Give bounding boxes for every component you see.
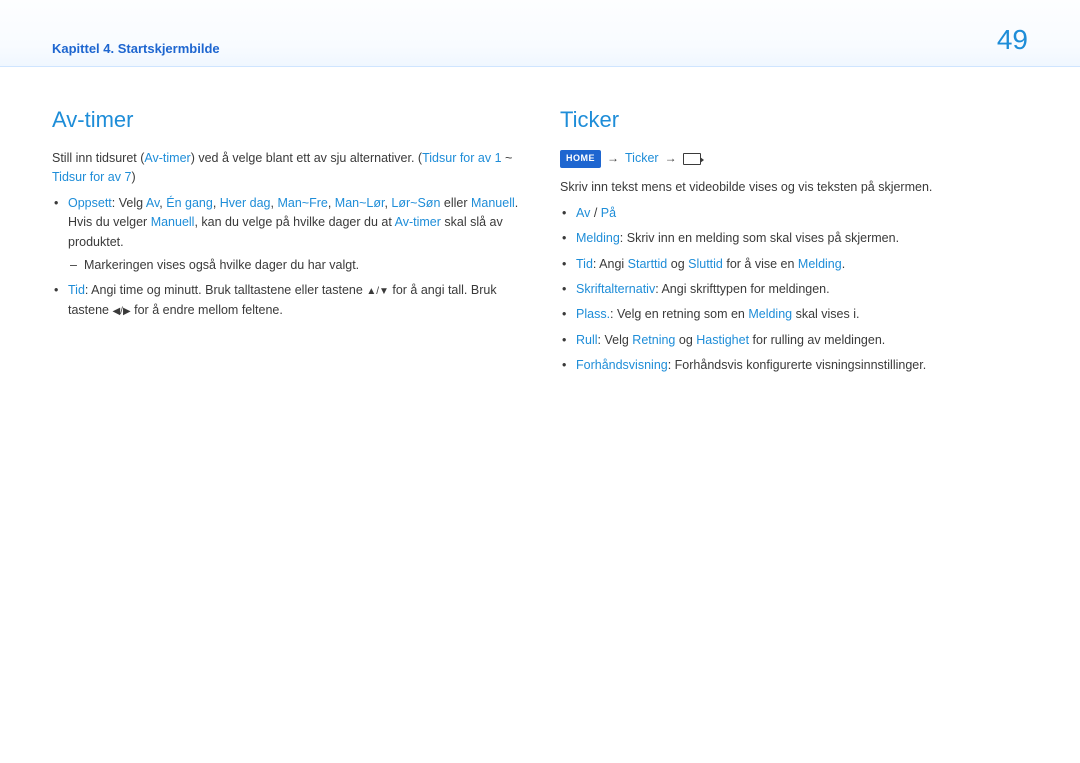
text: : Angi <box>593 257 628 271</box>
ticker-intro: Skriv inn tekst mens et videobilde vises… <box>560 178 1028 197</box>
page-header: Kapittel 4. Startskjermbilde 49 <box>0 0 1080 67</box>
list-item: Plass.: Velg en retning som en Melding s… <box>560 305 1028 324</box>
text: : Velg <box>598 333 633 347</box>
av-timer-list: Oppsett: Velg Av, Én gang, Hver dag, Man… <box>52 194 520 320</box>
ticker-list: Av / På Melding: Skriv inn en melding so… <box>560 204 1028 376</box>
text: , kan du velge på hvilke dager du at <box>194 215 394 229</box>
label-rull: Rull <box>576 333 598 347</box>
text: / <box>590 206 600 220</box>
text: for å vise en <box>723 257 798 271</box>
text: ) <box>131 170 135 184</box>
page-number: 49 <box>997 24 1028 56</box>
text: : Angi time og minutt. Bruk talltastene … <box>85 283 366 297</box>
list-item: Rull: Velg Retning og Hastighet for rull… <box>560 331 1028 350</box>
text: Sluttid <box>688 257 723 271</box>
option: Hver dag <box>220 196 271 210</box>
text: Manuell <box>151 215 195 229</box>
text: for å endre mellom feltene. <box>131 303 283 317</box>
list-item: Av / På <box>560 204 1028 223</box>
text: : Velg en retning som en <box>610 307 748 321</box>
text: Markeringen vises også hvilke dager du h… <box>84 258 359 272</box>
text: : Angi skrifttypen for meldingen. <box>655 282 829 296</box>
home-badge-icon: HOME <box>560 150 601 168</box>
list-item: Markeringen vises også hvilke dager du h… <box>68 256 520 275</box>
text: og <box>675 333 696 347</box>
breadcrumb: Kapittel 4. Startskjermbilde <box>52 41 220 56</box>
text: . <box>515 196 518 210</box>
label-melding: Melding <box>576 231 620 245</box>
arrow-right-icon: → <box>665 149 677 168</box>
list-item: Melding: Skriv inn en melding som skal v… <box>560 229 1028 248</box>
left-right-icon: ◀/▶ <box>112 304 130 320</box>
text: , <box>328 196 335 210</box>
text: : Velg <box>112 196 146 210</box>
text: ~ <box>502 151 513 165</box>
up-down-icon: ▲/▼ <box>366 284 389 300</box>
sub-list: Markeringen vises også hvilke dager du h… <box>68 256 520 275</box>
list-item: Oppsett: Velg Av, Én gang, Hver dag, Man… <box>52 194 520 276</box>
section-title-ticker: Ticker <box>560 103 1028 137</box>
option: Man~Lør <box>335 196 385 210</box>
text: . <box>842 257 845 271</box>
text: Av-timer <box>144 151 190 165</box>
text: Still inn tidsuret ( <box>52 151 144 165</box>
text: skal vises i. <box>792 307 859 321</box>
option-pa: På <box>601 206 616 220</box>
option: Av <box>146 196 159 210</box>
text: for rulling av meldingen. <box>749 333 885 347</box>
label-preview: Forhåndsvisning <box>576 358 668 372</box>
label-plass: Plass. <box>576 307 610 321</box>
text: Hastighet <box>696 333 749 347</box>
option-av: Av <box>576 206 590 220</box>
option: Man~Fre <box>277 196 327 210</box>
option: Én gang <box>166 196 213 210</box>
nav-ticker-label: Ticker <box>625 149 659 168</box>
av-timer-intro: Still inn tidsuret (Av-timer) ved å velg… <box>52 149 520 188</box>
arrow-right-icon: → <box>607 149 619 168</box>
left-column: Av-timer Still inn tidsuret (Av-timer) v… <box>52 103 520 381</box>
text: eller <box>440 196 471 210</box>
text: ) ved å velge blant ett av sju alternati… <box>191 151 422 165</box>
list-item: Tid: Angi Starttid og Sluttid for å vise… <box>560 255 1028 274</box>
list-item: Tid: Angi time og minutt. Bruk talltaste… <box>52 281 520 320</box>
label-tid: Tid <box>68 283 85 297</box>
option: Manuell <box>471 196 515 210</box>
text: Starttid <box>628 257 668 271</box>
enter-icon <box>683 153 701 165</box>
text: Melding <box>798 257 842 271</box>
option: Lør~Søn <box>391 196 440 210</box>
right-column: Ticker HOME → Ticker → Skriv inn tekst m… <box>560 103 1028 381</box>
text: : Forhåndsvis konfigurerte visningsinnst… <box>668 358 926 372</box>
nav-path: HOME → Ticker → <box>560 149 1028 168</box>
label-oppsett: Oppsett <box>68 196 112 210</box>
list-item: Forhåndsvisning: Forhåndsvis konfigurert… <box>560 356 1028 375</box>
text: Melding <box>748 307 792 321</box>
section-title-av-timer: Av-timer <box>52 103 520 137</box>
list-item: Skriftalternativ: Angi skrifttypen for m… <box>560 280 1028 299</box>
text: Tidsur for av 7 <box>52 170 131 184</box>
text: Retning <box>632 333 675 347</box>
text: Tidsur for av 1 <box>422 151 501 165</box>
text: Hvis du velger <box>68 215 151 229</box>
label-tid: Tid <box>576 257 593 271</box>
text: , <box>213 196 220 210</box>
text: : Skriv inn en melding som skal vises på… <box>620 231 899 245</box>
label-skrift: Skriftalternativ <box>576 282 655 296</box>
text: Av-timer <box>395 215 441 229</box>
content-columns: Av-timer Still inn tidsuret (Av-timer) v… <box>0 67 1080 381</box>
text: og <box>667 257 688 271</box>
